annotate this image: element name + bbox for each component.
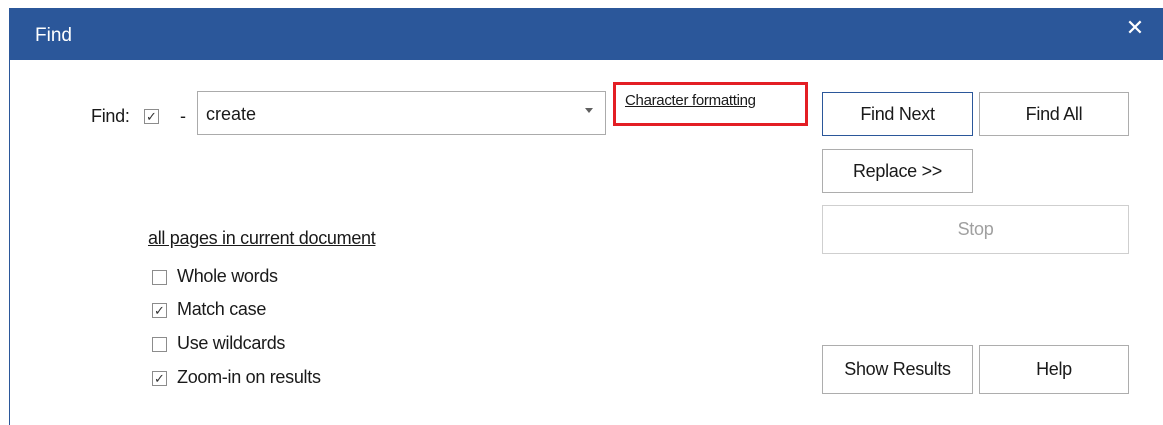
find-next-button[interactable]: Find Next [822, 92, 973, 136]
find-all-button[interactable]: Find All [979, 92, 1129, 136]
replace-button[interactable]: Replace >> [822, 149, 973, 193]
whole-words-checkbox[interactable] [152, 270, 167, 285]
use-wildcards-checkbox[interactable] [152, 337, 167, 352]
find-label: Find: [91, 106, 130, 126]
zoom-in-label: Zoom-in on results [177, 367, 321, 387]
match-case-label: Match case [177, 299, 267, 319]
title-bar[interactable]: Find ✕ [10, 8, 1163, 60]
stop-button[interactable]: Stop [822, 205, 1129, 254]
zoom-in-checkbox[interactable]: ✓ [152, 371, 167, 386]
help-button[interactable]: Help [979, 345, 1129, 394]
show-results-button[interactable]: Show Results [822, 345, 973, 394]
character-formatting-highlight: Character formatting [613, 82, 808, 126]
find-text-combobox[interactable]: create [197, 91, 606, 135]
find-text-value[interactable]: create [206, 104, 256, 125]
search-scope-link[interactable]: all pages in current document [148, 228, 376, 249]
close-icon[interactable]: ✕ [1123, 17, 1147, 39]
use-wildcards-label: Use wildcards [177, 333, 286, 353]
character-formatting-link[interactable]: Character formatting [625, 92, 756, 109]
whole-words-label: Whole words [177, 266, 278, 286]
dialog-title: Find [35, 25, 72, 46]
chevron-down-icon[interactable] [585, 108, 593, 113]
find-dash: - [180, 106, 186, 126]
find-format-checkbox[interactable]: ✓ [144, 109, 159, 124]
match-case-checkbox[interactable]: ✓ [152, 303, 167, 318]
